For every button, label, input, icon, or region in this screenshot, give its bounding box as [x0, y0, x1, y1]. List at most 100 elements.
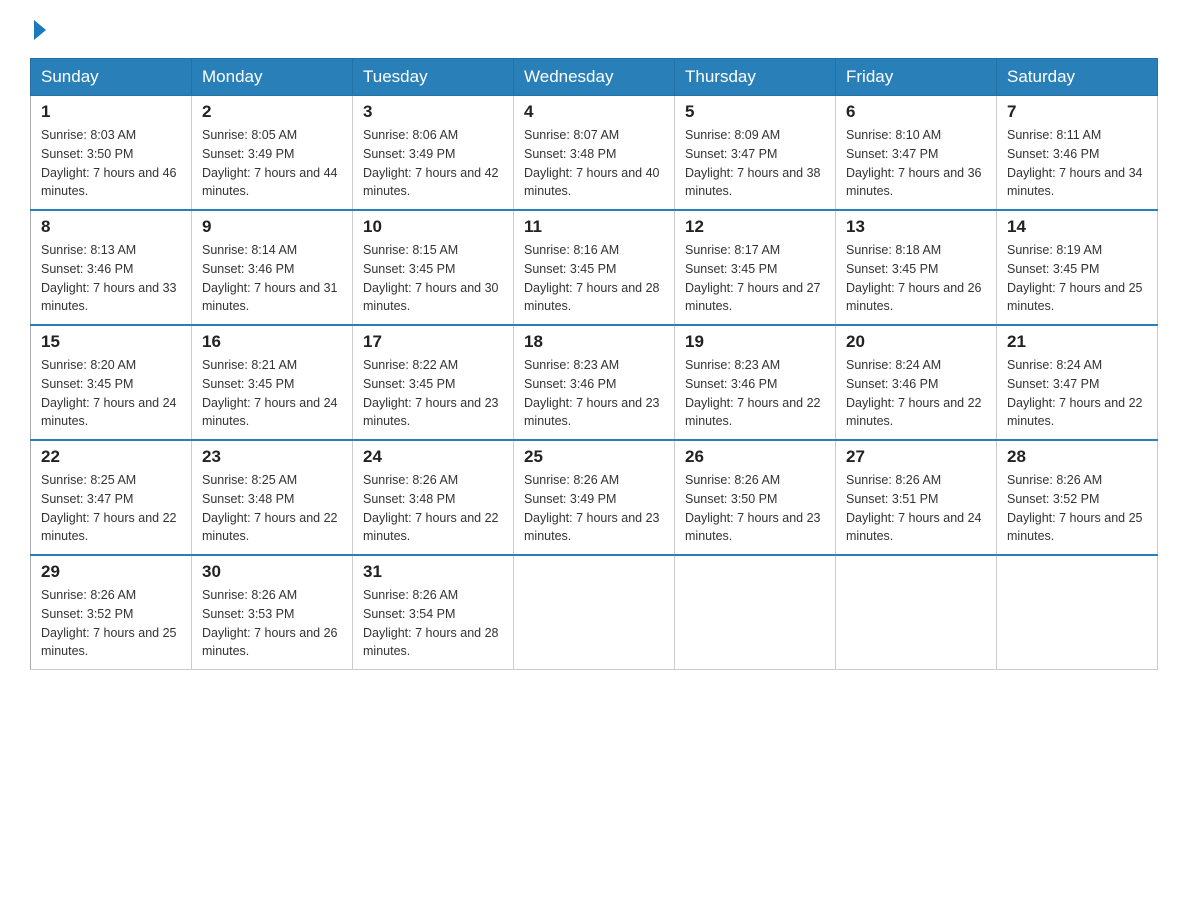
day-info: Sunrise: 8:11 AMSunset: 3:46 PMDaylight:… [1007, 126, 1147, 201]
calendar-cell: 5Sunrise: 8:09 AMSunset: 3:47 PMDaylight… [675, 96, 836, 211]
day-info: Sunrise: 8:13 AMSunset: 3:46 PMDaylight:… [41, 241, 181, 316]
day-info: Sunrise: 8:18 AMSunset: 3:45 PMDaylight:… [846, 241, 986, 316]
day-number: 3 [363, 102, 503, 122]
calendar-cell: 9 Sunrise: 8:14 AMSunset: 3:46 PMDaylight… [192, 210, 353, 325]
calendar-cell: 17Sunrise: 8:22 AMSunset: 3:45 PMDayligh… [353, 325, 514, 440]
calendar-cell: 3 Sunrise: 8:06 AMSunset: 3:49 PMDaylight… [353, 96, 514, 211]
day-info: Sunrise: 8:21 AMSunset: 3:45 PMDaylight:… [202, 356, 342, 431]
header-tuesday: Tuesday [353, 59, 514, 96]
day-number: 6 [846, 102, 986, 122]
calendar-cell: 26 Sunrise: 8:26 AMSunset: 3:50 PMDayligh… [675, 440, 836, 555]
calendar-cell: 21Sunrise: 8:24 AMSunset: 3:47 PMDayligh… [997, 325, 1158, 440]
day-number: 26 [685, 447, 825, 467]
calendar-week-3: 15 Sunrise: 8:20 AMSunset: 3:45 PMDayligh… [31, 325, 1158, 440]
day-number: 5 [685, 102, 825, 122]
day-number: 11 [524, 217, 664, 237]
day-number: 8 [41, 217, 181, 237]
day-number: 23 [202, 447, 342, 467]
calendar-cell: 2Sunrise: 8:05 AMSunset: 3:49 PMDaylight… [192, 96, 353, 211]
header-sunday: Sunday [31, 59, 192, 96]
header-wednesday: Wednesday [514, 59, 675, 96]
day-number: 31 [363, 562, 503, 582]
calendar-header-row: SundayMondayTuesdayWednesdayThursdayFrid… [31, 59, 1158, 96]
day-info: Sunrise: 8:24 AMSunset: 3:46 PMDaylight:… [846, 356, 986, 431]
calendar-cell: 15 Sunrise: 8:20 AMSunset: 3:45 PMDayligh… [31, 325, 192, 440]
calendar-week-2: 8 Sunrise: 8:13 AMSunset: 3:46 PMDaylight… [31, 210, 1158, 325]
calendar-cell: 6Sunrise: 8:10 AMSunset: 3:47 PMDaylight… [836, 96, 997, 211]
calendar-cell: 4Sunrise: 8:07 AMSunset: 3:48 PMDaylight… [514, 96, 675, 211]
day-info: Sunrise: 8:23 AMSunset: 3:46 PMDaylight:… [685, 356, 825, 431]
day-number: 10 [363, 217, 503, 237]
day-number: 19 [685, 332, 825, 352]
calendar-cell: 16Sunrise: 8:21 AMSunset: 3:45 PMDayligh… [192, 325, 353, 440]
calendar-week-4: 22 Sunrise: 8:25 AMSunset: 3:47 PMDayligh… [31, 440, 1158, 555]
calendar-cell: 20 Sunrise: 8:24 AMSunset: 3:46 PMDayligh… [836, 325, 997, 440]
logo [30, 20, 46, 40]
calendar-week-1: 1 Sunrise: 8:03 AMSunset: 3:50 PMDaylight… [31, 96, 1158, 211]
day-number: 20 [846, 332, 986, 352]
header-friday: Friday [836, 59, 997, 96]
calendar-cell: 25Sunrise: 8:26 AMSunset: 3:49 PMDayligh… [514, 440, 675, 555]
header-saturday: Saturday [997, 59, 1158, 96]
day-number: 24 [363, 447, 503, 467]
day-info: Sunrise: 8:16 AMSunset: 3:45 PMDaylight:… [524, 241, 664, 316]
day-number: 2 [202, 102, 342, 122]
day-number: 12 [685, 217, 825, 237]
day-info: Sunrise: 8:23 AMSunset: 3:46 PMDaylight:… [524, 356, 664, 431]
day-info: Sunrise: 8:19 AMSunset: 3:45 PMDaylight:… [1007, 241, 1147, 316]
calendar-cell: 31 Sunrise: 8:26 AMSunset: 3:54 PMDayligh… [353, 555, 514, 670]
day-number: 7 [1007, 102, 1147, 122]
day-info: Sunrise: 8:26 AMSunset: 3:48 PMDaylight:… [363, 471, 503, 546]
day-info: Sunrise: 8:03 AMSunset: 3:50 PMDaylight:… [41, 126, 181, 201]
day-info: Sunrise: 8:25 AMSunset: 3:47 PMDaylight:… [41, 471, 181, 546]
day-info: Sunrise: 8:26 AMSunset: 3:54 PMDaylight:… [363, 586, 503, 661]
calendar-cell: 13 Sunrise: 8:18 AMSunset: 3:45 PMDayligh… [836, 210, 997, 325]
day-number: 17 [363, 332, 503, 352]
calendar-cell: 8 Sunrise: 8:13 AMSunset: 3:46 PMDaylight… [31, 210, 192, 325]
calendar-cell: 18 Sunrise: 8:23 AMSunset: 3:46 PMDayligh… [514, 325, 675, 440]
day-info: Sunrise: 8:26 AMSunset: 3:52 PMDaylight:… [41, 586, 181, 661]
day-info: Sunrise: 8:20 AMSunset: 3:45 PMDaylight:… [41, 356, 181, 431]
day-info: Sunrise: 8:26 AMSunset: 3:52 PMDaylight:… [1007, 471, 1147, 546]
calendar-cell: 30Sunrise: 8:26 AMSunset: 3:53 PMDayligh… [192, 555, 353, 670]
day-info: Sunrise: 8:15 AMSunset: 3:45 PMDaylight:… [363, 241, 503, 316]
calendar-cell: 12 Sunrise: 8:17 AMSunset: 3:45 PMDayligh… [675, 210, 836, 325]
day-number: 1 [41, 102, 181, 122]
calendar-cell: 11 Sunrise: 8:16 AMSunset: 3:45 PMDayligh… [514, 210, 675, 325]
calendar-cell: 29 Sunrise: 8:26 AMSunset: 3:52 PMDayligh… [31, 555, 192, 670]
calendar-cell: 19 Sunrise: 8:23 AMSunset: 3:46 PMDayligh… [675, 325, 836, 440]
day-number: 25 [524, 447, 664, 467]
day-number: 22 [41, 447, 181, 467]
calendar-cell: 7 Sunrise: 8:11 AMSunset: 3:46 PMDaylight… [997, 96, 1158, 211]
calendar-cell [514, 555, 675, 670]
header-monday: Monday [192, 59, 353, 96]
day-number: 14 [1007, 217, 1147, 237]
day-number: 18 [524, 332, 664, 352]
day-info: Sunrise: 8:06 AMSunset: 3:49 PMDaylight:… [363, 126, 503, 201]
calendar-table: SundayMondayTuesdayWednesdayThursdayFrid… [30, 58, 1158, 670]
calendar-cell: 27Sunrise: 8:26 AMSunset: 3:51 PMDayligh… [836, 440, 997, 555]
day-info: Sunrise: 8:26 AMSunset: 3:50 PMDaylight:… [685, 471, 825, 546]
calendar-cell: 22 Sunrise: 8:25 AMSunset: 3:47 PMDayligh… [31, 440, 192, 555]
calendar-cell [997, 555, 1158, 670]
day-info: Sunrise: 8:17 AMSunset: 3:45 PMDaylight:… [685, 241, 825, 316]
day-number: 28 [1007, 447, 1147, 467]
logo-arrow-icon [34, 20, 46, 40]
day-number: 13 [846, 217, 986, 237]
calendar-week-5: 29 Sunrise: 8:26 AMSunset: 3:52 PMDayligh… [31, 555, 1158, 670]
page-header [30, 20, 1158, 40]
day-info: Sunrise: 8:26 AMSunset: 3:51 PMDaylight:… [846, 471, 986, 546]
calendar-cell: 23 Sunrise: 8:25 AMSunset: 3:48 PMDayligh… [192, 440, 353, 555]
day-info: Sunrise: 8:26 AMSunset: 3:53 PMDaylight:… [202, 586, 342, 661]
day-number: 15 [41, 332, 181, 352]
day-info: Sunrise: 8:14 AMSunset: 3:46 PMDaylight:… [202, 241, 342, 316]
header-thursday: Thursday [675, 59, 836, 96]
calendar-cell: 1 Sunrise: 8:03 AMSunset: 3:50 PMDaylight… [31, 96, 192, 211]
day-info: Sunrise: 8:25 AMSunset: 3:48 PMDaylight:… [202, 471, 342, 546]
calendar-cell: 28 Sunrise: 8:26 AMSunset: 3:52 PMDayligh… [997, 440, 1158, 555]
day-number: 9 [202, 217, 342, 237]
day-number: 29 [41, 562, 181, 582]
calendar-cell [675, 555, 836, 670]
day-info: Sunrise: 8:07 AMSunset: 3:48 PMDaylight:… [524, 126, 664, 201]
day-info: Sunrise: 8:24 AMSunset: 3:47 PMDaylight:… [1007, 356, 1147, 431]
